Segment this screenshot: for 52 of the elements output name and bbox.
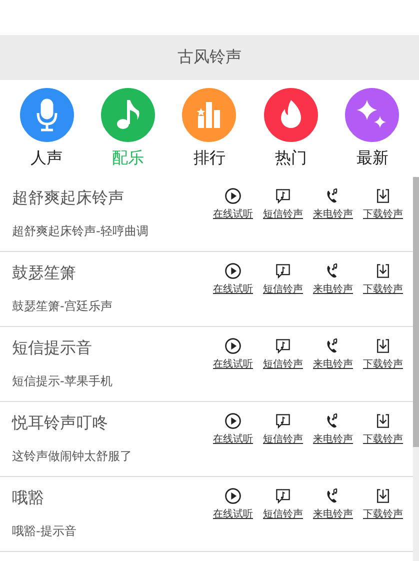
ringtone-title: 超舒爽起床铃声 [12,188,125,209]
category-tab[interactable]: 人声 [12,88,82,169]
sms-ringtone-link[interactable]: 短信铃声 [259,412,307,446]
ringtone-subtitle: 这铃声做闹钟太舒服了 [12,448,132,465]
download-link[interactable]: 下载铃声 [359,187,407,221]
sms-ringtone-link[interactable]: 短信铃声 [259,262,307,296]
play-icon [224,487,242,505]
play-icon [224,187,242,205]
download-link[interactable]: 下载铃声 [359,487,407,521]
sms-ringtone-link[interactable]: 短信铃声 [259,337,307,371]
play-icon [224,262,242,280]
sms-ringtone-link[interactable]: 短信铃声 [259,487,307,521]
play-link[interactable]: 在线试听 [209,262,257,296]
call-ringtone-link[interactable]: 来电铃声 [309,412,357,446]
ringtone-subtitle: 超舒爽起床铃声-轻哼曲调 [12,223,148,240]
play-link[interactable]: 在线试听 [209,487,257,521]
category-tab[interactable]: 热门 [256,88,326,169]
play-link[interactable]: 在线试听 [209,337,257,371]
category-tab[interactable]: 排行 [174,88,244,169]
scrollbar[interactable] [413,177,419,561]
download-icon [374,412,392,430]
download-icon [374,337,392,355]
ringtone-title: 悦耳铃声叮咚 [12,413,109,434]
download-icon [374,262,392,280]
ringtone-subtitle: 哦豁-提示音 [12,523,76,540]
ringtone-title: 短信提示音 [12,338,93,359]
call-ringtone-link[interactable]: 来电铃声 [309,187,357,221]
scrollbar-thumb[interactable] [413,177,419,447]
download-link[interactable]: 下载铃声 [359,412,407,446]
call-ringtone-link[interactable]: 来电铃声 [309,337,357,371]
ringtone-subtitle: 鼓瑟笙箫-宫廷乐声 [12,298,112,315]
play-icon [224,337,242,355]
download-link[interactable]: 下载铃声 [359,262,407,296]
play-icon [224,412,242,430]
download-icon [374,187,392,205]
message-note-icon [274,412,292,430]
ringtone-title: 鼓瑟笙箫 [12,263,77,284]
message-note-icon [274,187,292,205]
message-note-icon [274,337,292,355]
download-icon [374,487,392,505]
category-tab[interactable]: 最新 [337,88,408,169]
ringtone-title: 哦豁 [12,488,45,509]
download-link[interactable]: 下载铃声 [359,337,407,371]
play-link[interactable]: 在线试听 [209,412,257,446]
call-ringtone-link[interactable]: 来电铃声 [309,487,357,521]
message-note-icon [274,487,292,505]
play-link[interactable]: 在线试听 [209,187,257,221]
call-ringtone-link[interactable]: 来电铃声 [309,262,357,296]
sms-ringtone-link[interactable]: 短信铃声 [259,187,307,221]
ringtone-subtitle: 短信提示-苹果手机 [12,373,112,390]
message-note-icon [274,262,292,280]
page-title: 古风铃声 [178,47,242,68]
